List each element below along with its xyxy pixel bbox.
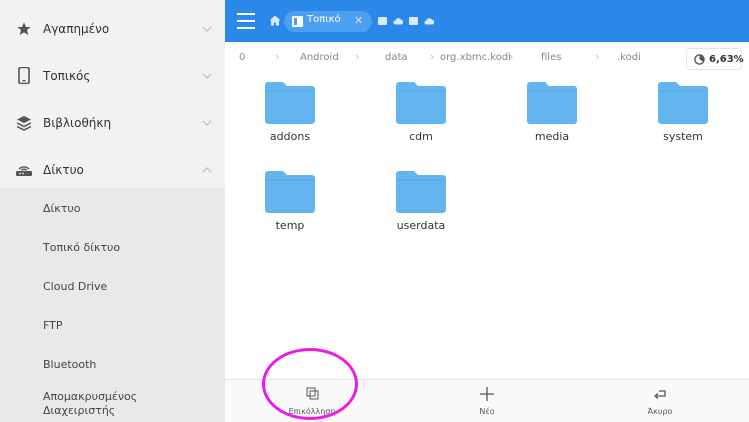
- sidebar-item-label: Αγαπημένο: [43, 21, 110, 36]
- folder-name: cdm: [409, 130, 433, 143]
- folder-icon: [396, 171, 446, 213]
- folder-icon: [265, 171, 315, 213]
- sidebar-item-local[interactable]: Τοπικός: [0, 52, 225, 99]
- sidebar-subitem-remote-manager[interactable]: Απομακρυσμένος Διαχειριστής: [0, 384, 225, 422]
- phone-icon: [15, 67, 33, 85]
- folder-name: media: [534, 130, 570, 143]
- chevron-right-icon: ›: [595, 50, 600, 63]
- sidebar-item-library[interactable]: Βιβλιοθήκη: [0, 99, 225, 146]
- folder-cdm[interactable]: cdm: [376, 74, 466, 154]
- chevron-right-icon: ›: [509, 50, 514, 63]
- return-arrow-icon: [653, 390, 666, 399]
- sidebar: Αγαπημένο Τοπικός Βιβλιοθήκη Δίκτυο Δίκτ…: [0, 0, 225, 422]
- cancel-button[interactable]: Άκυρο: [600, 380, 720, 422]
- hamburger-menu-icon[interactable]: [237, 13, 255, 29]
- folder-icon: [265, 82, 315, 124]
- file-grid: addons cdm media system temp userdata: [225, 74, 749, 380]
- cancel-label: Άκυρο: [647, 407, 673, 416]
- folder-addons[interactable]: addons: [245, 74, 335, 154]
- star-icon: [15, 20, 33, 38]
- sidebar-subitem-label: Απομακρυσμένος Διαχειριστής: [43, 389, 138, 417]
- folder-temp[interactable]: temp: [245, 163, 335, 243]
- storage-percent: 6,63%: [709, 54, 744, 65]
- tab-label: Τοπικό: [307, 14, 341, 25]
- home-icon[interactable]: [269, 15, 281, 26]
- folder-name: userdata: [396, 219, 446, 232]
- sidebar-subitem-lan[interactable]: Τοπικό δίκτυο: [0, 228, 225, 267]
- sidebar-subitem-label: Bluetooth: [43, 357, 97, 371]
- breadcrumb: 0 › Android › data › org.xbmc.kodi › fil…: [225, 42, 749, 74]
- sidebar-item-label: Βιβλιοθήκη: [43, 115, 112, 130]
- sidebar-subitem-label: Cloud Drive: [43, 279, 108, 293]
- breadcrumb-item[interactable]: .kodi: [617, 52, 641, 63]
- cloud-icon[interactable]: [393, 16, 403, 25]
- sidebar-subitem-label: FTP: [43, 318, 63, 332]
- chevron-right-icon: ›: [355, 50, 360, 63]
- sidebar-item-network[interactable]: Δίκτυο: [0, 146, 225, 193]
- window-icon[interactable]: [378, 17, 387, 25]
- local-storage-icon: [292, 16, 303, 27]
- sidebar-subitem-label: Τοπικό δίκτυο: [43, 240, 121, 254]
- sidebar-item-label: Δίκτυο: [43, 162, 84, 177]
- breadcrumb-item[interactable]: Android: [300, 52, 339, 63]
- breadcrumb-item[interactable]: data: [385, 52, 408, 63]
- chevron-down-icon: [202, 26, 212, 32]
- close-tab-icon[interactable]: ✕: [354, 14, 363, 27]
- new-button[interactable]: Νέο: [427, 380, 547, 422]
- paste-label: Επικόλληση: [288, 407, 336, 416]
- library-icon: [15, 114, 33, 132]
- bottom-action-bar: Επικόλληση Νέο Άκυρο: [225, 379, 749, 422]
- breadcrumb-item[interactable]: 0: [239, 52, 245, 63]
- top-bar: Τοπικό ✕: [225, 0, 749, 42]
- router-icon: [15, 161, 33, 179]
- sidebar-item-favorites[interactable]: Αγαπημένο: [0, 5, 225, 52]
- sidebar-subitem-network[interactable]: Δίκτυο: [0, 189, 225, 228]
- folder-name: system: [663, 130, 703, 143]
- chevron-right-icon: ›: [275, 50, 280, 63]
- paste-button[interactable]: Επικόλληση: [252, 380, 372, 422]
- folder-icon: [658, 82, 708, 124]
- chevron-down-icon: [202, 120, 212, 126]
- folder-name: temp: [275, 219, 305, 232]
- new-label: Νέο: [479, 407, 495, 416]
- paste-icon: [306, 387, 319, 400]
- breadcrumb-item[interactable]: files: [541, 52, 561, 63]
- cloud-icon[interactable]: [424, 16, 434, 25]
- folder-icon: [396, 82, 446, 124]
- sidebar-subitem-label: Δίκτυο: [43, 201, 81, 215]
- folder-system[interactable]: system: [638, 74, 728, 154]
- sidebar-subitem-bluetooth[interactable]: Bluetooth: [0, 345, 225, 384]
- sidebar-item-label: Τοπικός: [43, 68, 91, 83]
- breadcrumb-item[interactable]: org.xbmc.kodi: [440, 52, 511, 63]
- window-icon[interactable]: [409, 17, 418, 25]
- storage-usage-badge[interactable]: 6,63%: [686, 48, 744, 70]
- plus-icon: [480, 387, 494, 401]
- chevron-up-icon: [202, 166, 212, 172]
- chevron-down-icon: [202, 73, 212, 79]
- folder-media[interactable]: media: [507, 74, 597, 154]
- tab-local[interactable]: Τοπικό ✕: [284, 11, 372, 32]
- folder-name: addons: [269, 130, 311, 143]
- chevron-right-icon: ›: [430, 50, 435, 63]
- folder-icon: [527, 82, 577, 124]
- sidebar-subitem-ftp[interactable]: FTP: [0, 306, 225, 345]
- pie-chart-icon: [694, 54, 705, 65]
- sidebar-subitem-cloud-drive[interactable]: Cloud Drive: [0, 267, 225, 306]
- folder-userdata[interactable]: userdata: [376, 163, 466, 243]
